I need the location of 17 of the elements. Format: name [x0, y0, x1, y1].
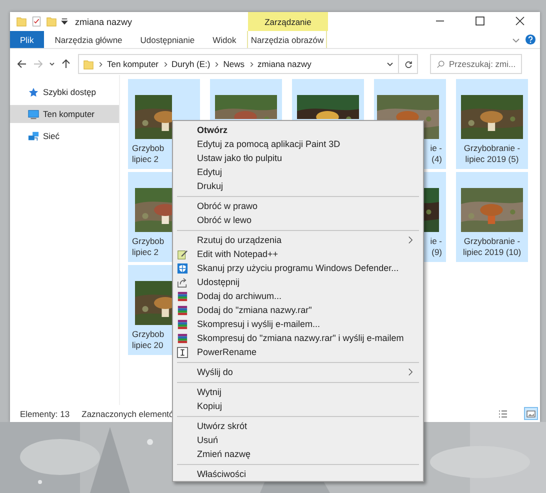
- window-title: zmiana nazwy: [75, 16, 132, 26]
- file-name: ie -: [430, 236, 442, 247]
- file-name: lipiec 2: [132, 154, 158, 165]
- file-name: lipiec 20: [132, 340, 164, 351]
- file-name: Grzybobranie -: [464, 143, 520, 154]
- file-name: (4): [432, 154, 442, 165]
- file-name: Grzybob: [132, 143, 164, 154]
- file-name: lipiec 2019 (10): [462, 247, 522, 258]
- file-name: Grzybobranie -: [464, 236, 520, 247]
- contextual-tab-group: Zarządzanie: [248, 12, 328, 31]
- file-name: Grzybob: [132, 236, 164, 247]
- item-count: Elementy: 13: [20, 408, 70, 418]
- file-name: Grzybob: [132, 329, 164, 340]
- file-name: (9): [432, 247, 442, 258]
- file-name: lipiec 2: [132, 247, 158, 258]
- file-name: ie -: [430, 143, 442, 154]
- file-name: lipiec 2019 (5): [465, 154, 519, 165]
